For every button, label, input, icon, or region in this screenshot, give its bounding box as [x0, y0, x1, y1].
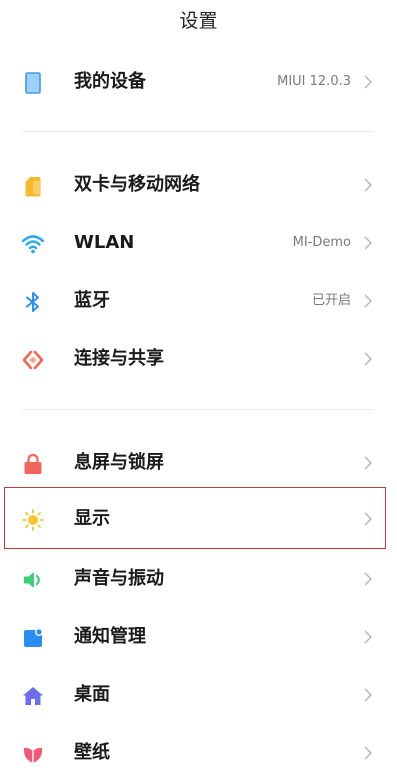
chevron-right-icon [364, 75, 372, 89]
settings-item-label: WLAN [74, 232, 135, 253]
settings-item-label: 蓝牙 [74, 290, 110, 311]
settings-item-value: MI-Demo [292, 235, 351, 250]
device-icon [25, 72, 41, 94]
chevron-right-icon [364, 572, 372, 586]
selection-highlight-box [4, 487, 386, 549]
settings-item-label: 连接与共享 [74, 348, 164, 369]
settings-item-value: MIUI 12.0.3 [277, 74, 351, 89]
settings-item-lock-screen[interactable]: 息屏与锁屏 [0, 434, 397, 492]
section-divider [22, 409, 374, 410]
settings-item-value: 已开启 [311, 293, 351, 308]
chevron-right-icon [364, 352, 372, 366]
chevron-right-icon [364, 294, 372, 308]
settings-item-label: 通知管理 [74, 626, 146, 647]
wallpaper-flower-icon [23, 747, 43, 763]
sim-card-icon [25, 177, 41, 197]
section-divider [22, 131, 374, 132]
settings-item-desktop[interactable]: 桌面 [0, 666, 397, 724]
settings-item-my-device[interactable]: 我的设备 MIUI 12.0.3 [0, 53, 397, 111]
chevron-right-icon [364, 688, 372, 702]
settings-item-sim[interactable]: 双卡与移动网络 [0, 156, 397, 214]
notification-icon [24, 628, 43, 647]
chevron-right-icon [364, 178, 372, 192]
settings-item-label: 我的设备 [74, 71, 146, 92]
page-title: 设置 [179, 10, 218, 32]
settings-item-sound[interactable]: 声音与振动 [0, 550, 397, 608]
chevron-right-icon [364, 746, 372, 760]
settings-item-wallpaper[interactable]: 壁纸 [0, 724, 397, 782]
settings-item-wlan[interactable]: WLAN MI-Demo [0, 214, 397, 272]
settings-item-connection-share[interactable]: 连接与共享 [0, 330, 397, 388]
bluetooth-icon [26, 292, 39, 312]
settings-item-label: 壁纸 [74, 742, 110, 763]
settings-item-notifications[interactable]: 通知管理 [0, 608, 397, 666]
chevron-right-icon [364, 630, 372, 644]
wifi-icon [22, 235, 44, 254]
settings-item-label: 桌面 [74, 684, 110, 705]
chevron-right-icon [364, 236, 372, 250]
settings-item-label: 息屏与锁屏 [74, 452, 164, 473]
home-icon [23, 687, 43, 705]
settings-item-bluetooth[interactable]: 蓝牙 已开启 [0, 272, 397, 330]
speaker-icon [24, 572, 40, 588]
settings-item-label: 声音与振动 [74, 568, 164, 589]
settings-item-label: 双卡与移动网络 [74, 174, 200, 195]
chevron-right-icon [364, 456, 372, 470]
lock-icon [24, 453, 42, 474]
connection-share-icon [22, 350, 44, 370]
